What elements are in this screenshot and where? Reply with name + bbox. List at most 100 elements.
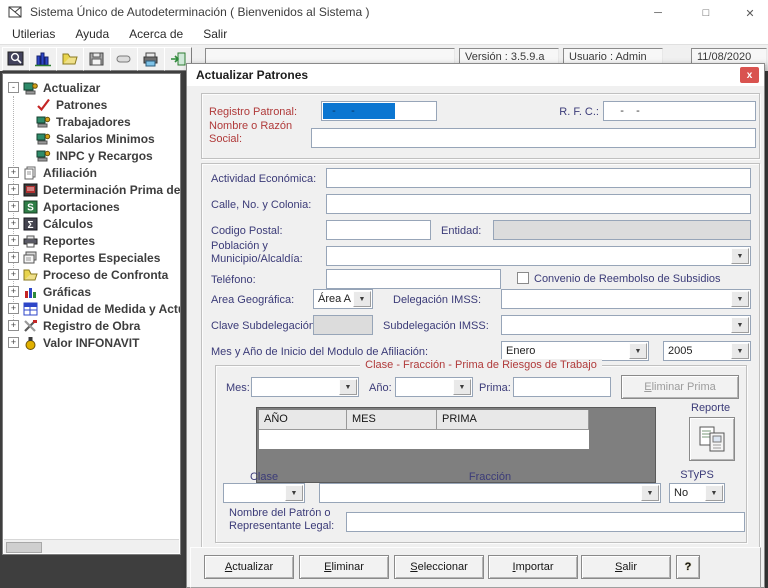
dropdown-arrow-icon[interactable]: ▼: [731, 248, 749, 264]
dropdown-arrow-icon[interactable]: ▼: [285, 485, 303, 501]
tree-item-reportes[interactable]: + Reportes: [3, 232, 180, 249]
eliminar-prima-button[interactable]: Eliminar Prima: [621, 375, 739, 399]
tree-item-trabajadores[interactable]: Trabajadores: [3, 113, 180, 130]
actividad-economica-input[interactable]: [326, 168, 751, 188]
tree-label: Cálculos: [43, 217, 93, 231]
calle-colonia-input[interactable]: [326, 194, 751, 214]
tree-item-reportes-especiales[interactable]: + Reportes Especiales: [3, 249, 180, 266]
save-toolbar-button[interactable]: [83, 47, 111, 71]
subdelegacion-imss-combo[interactable]: ▼: [501, 315, 751, 335]
area-geografica-combo[interactable]: Área A ▼: [313, 289, 373, 309]
mes-label: Mes:: [226, 382, 250, 395]
plus-expander-icon[interactable]: +: [8, 320, 19, 331]
menu-acerca-de[interactable]: Acerca de: [119, 25, 193, 43]
save-floppy-icon: [88, 51, 106, 67]
open-toolbar-button[interactable]: [56, 47, 84, 71]
plus-expander-icon[interactable]: +: [8, 218, 19, 229]
tree-item-calculos[interactable]: + Σ Cálculos: [3, 215, 180, 232]
dropdown-arrow-icon[interactable]: ▼: [641, 485, 659, 501]
mes-inicio-combo[interactable]: Enero ▼: [501, 341, 649, 361]
actualizar-button[interactable]: Actualizar: [204, 555, 294, 579]
pill-toolbar-button[interactable]: [110, 47, 138, 71]
navigation-tree: - Actualizar Patrones: [2, 73, 181, 555]
fraccion-combo[interactable]: ▼: [319, 483, 661, 503]
plus-expander-icon[interactable]: +: [8, 337, 19, 348]
styps-combo[interactable]: No ▼: [669, 483, 725, 503]
convenio-checkbox[interactable]: [517, 272, 529, 284]
tree-item-registro-obra[interactable]: + Registro de Obra: [3, 317, 180, 334]
plus-expander-icon[interactable]: +: [8, 269, 19, 280]
telefono-input[interactable]: [326, 269, 501, 289]
plus-expander-icon[interactable]: +: [8, 303, 19, 314]
plus-expander-icon[interactable]: +: [8, 252, 19, 263]
plus-expander-icon[interactable]: +: [8, 201, 19, 212]
dropdown-arrow-icon[interactable]: ▼: [731, 291, 749, 307]
dialog-close-button[interactable]: x: [740, 67, 759, 83]
importar-button[interactable]: Importar: [488, 555, 578, 579]
tree-label: Determinación Prima de RT: [43, 183, 181, 197]
search-toolbar-button[interactable]: [2, 47, 30, 71]
tree-item-unidad-medida[interactable]: + Unidad de Medida y Actuali:: [3, 300, 180, 317]
menu-salir[interactable]: Salir: [193, 25, 237, 43]
clave-subdelegacion-label: Clave Subdelegación:: [211, 320, 318, 333]
anio-combo[interactable]: ▼: [395, 377, 473, 397]
help-button[interactable]: ?: [676, 555, 700, 579]
dialog-close-icon: x: [747, 70, 753, 81]
minimize-button[interactable]: ─: [638, 0, 678, 26]
tree-item-valor-infonavit[interactable]: + Valor INFONAVIT: [3, 334, 180, 351]
rfc-label: R. F. C.:: [553, 106, 599, 119]
menu-utilerias[interactable]: Utilerias: [2, 25, 65, 43]
tree-item-proceso-confronta[interactable]: + Proceso de Confronta: [3, 266, 180, 283]
menu-ayuda[interactable]: Ayuda: [65, 25, 119, 43]
registro-patronal-input[interactable]: - -: [321, 101, 437, 121]
plus-expander-icon[interactable]: +: [8, 286, 19, 297]
poblacion-municipio-combo[interactable]: ▼: [326, 246, 751, 266]
graph-toolbar-button[interactable]: [29, 47, 57, 71]
dropdown-arrow-icon[interactable]: ▼: [705, 485, 723, 501]
plus-expander-icon[interactable]: +: [8, 184, 19, 195]
minus-expander-icon[interactable]: -: [8, 82, 19, 93]
tree-item-aportaciones[interactable]: + S Aportaciones: [3, 198, 180, 215]
plus-expander-icon[interactable]: +: [8, 235, 19, 246]
prima-input[interactable]: [513, 377, 611, 397]
app-window: Sistema Único de Autodeterminación ( Bie…: [0, 0, 768, 588]
reporte-button[interactable]: [689, 417, 735, 461]
tree-horizontal-scrollbar[interactable]: [4, 539, 179, 553]
tree-item-inpc-recargos[interactable]: INPC y Recargos: [3, 147, 180, 164]
dropdown-arrow-icon[interactable]: ▼: [453, 379, 471, 395]
dropdown-arrow-icon[interactable]: ▼: [629, 343, 647, 359]
codigo-postal-input[interactable]: [326, 220, 431, 240]
clase-combo[interactable]: ▼: [223, 483, 305, 503]
nombre-razon-social-input[interactable]: [311, 128, 756, 148]
eliminar-button[interactable]: Eliminar: [299, 555, 389, 579]
reporte-label: Reporte: [691, 402, 730, 415]
mes-combo[interactable]: ▼: [251, 377, 359, 397]
dropdown-arrow-icon[interactable]: ▼: [731, 343, 749, 359]
delegacion-imss-label: Delegación IMSS:: [393, 294, 481, 307]
print-toolbar-button[interactable]: [137, 47, 165, 71]
seleccionar-button[interactable]: Seleccionar: [394, 555, 484, 579]
tree-item-afiliacion[interactable]: + Afiliación: [3, 164, 180, 181]
plus-expander-icon[interactable]: +: [8, 167, 19, 178]
dropdown-arrow-icon[interactable]: ▼: [353, 291, 371, 307]
delegacion-imss-combo[interactable]: ▼: [501, 289, 751, 309]
rfc-input[interactable]: - -: [603, 101, 756, 121]
dropdown-arrow-icon[interactable]: ▼: [339, 379, 357, 395]
tree-item-determinacion-prima-rt[interactable]: + Determinación Prima de RT: [3, 181, 180, 198]
tree-item-actualizar[interactable]: - Actualizar: [3, 79, 180, 96]
anio-inicio-combo[interactable]: 2005 ▼: [663, 341, 751, 361]
grid-empty-row[interactable]: [259, 430, 589, 449]
tree-item-salarios-minimos[interactable]: Salarios Minimos: [3, 130, 180, 147]
maximize-button[interactable]: □: [686, 0, 726, 26]
nombre-patron-input[interactable]: [346, 512, 745, 532]
scrollbar-thumb[interactable]: [6, 542, 42, 553]
prima-label: Prima:: [479, 382, 511, 395]
tree-item-patrones[interactable]: Patrones: [3, 96, 180, 113]
salir-button[interactable]: Salir: [581, 555, 671, 579]
close-button[interactable]: ✕: [730, 0, 768, 26]
registro-obra-tools-icon: [23, 319, 38, 333]
tree-label: Afiliación: [43, 166, 97, 180]
search-icon: [7, 51, 25, 67]
dropdown-arrow-icon[interactable]: ▼: [731, 317, 749, 333]
tree-item-graficas[interactable]: + Gráficas: [3, 283, 180, 300]
